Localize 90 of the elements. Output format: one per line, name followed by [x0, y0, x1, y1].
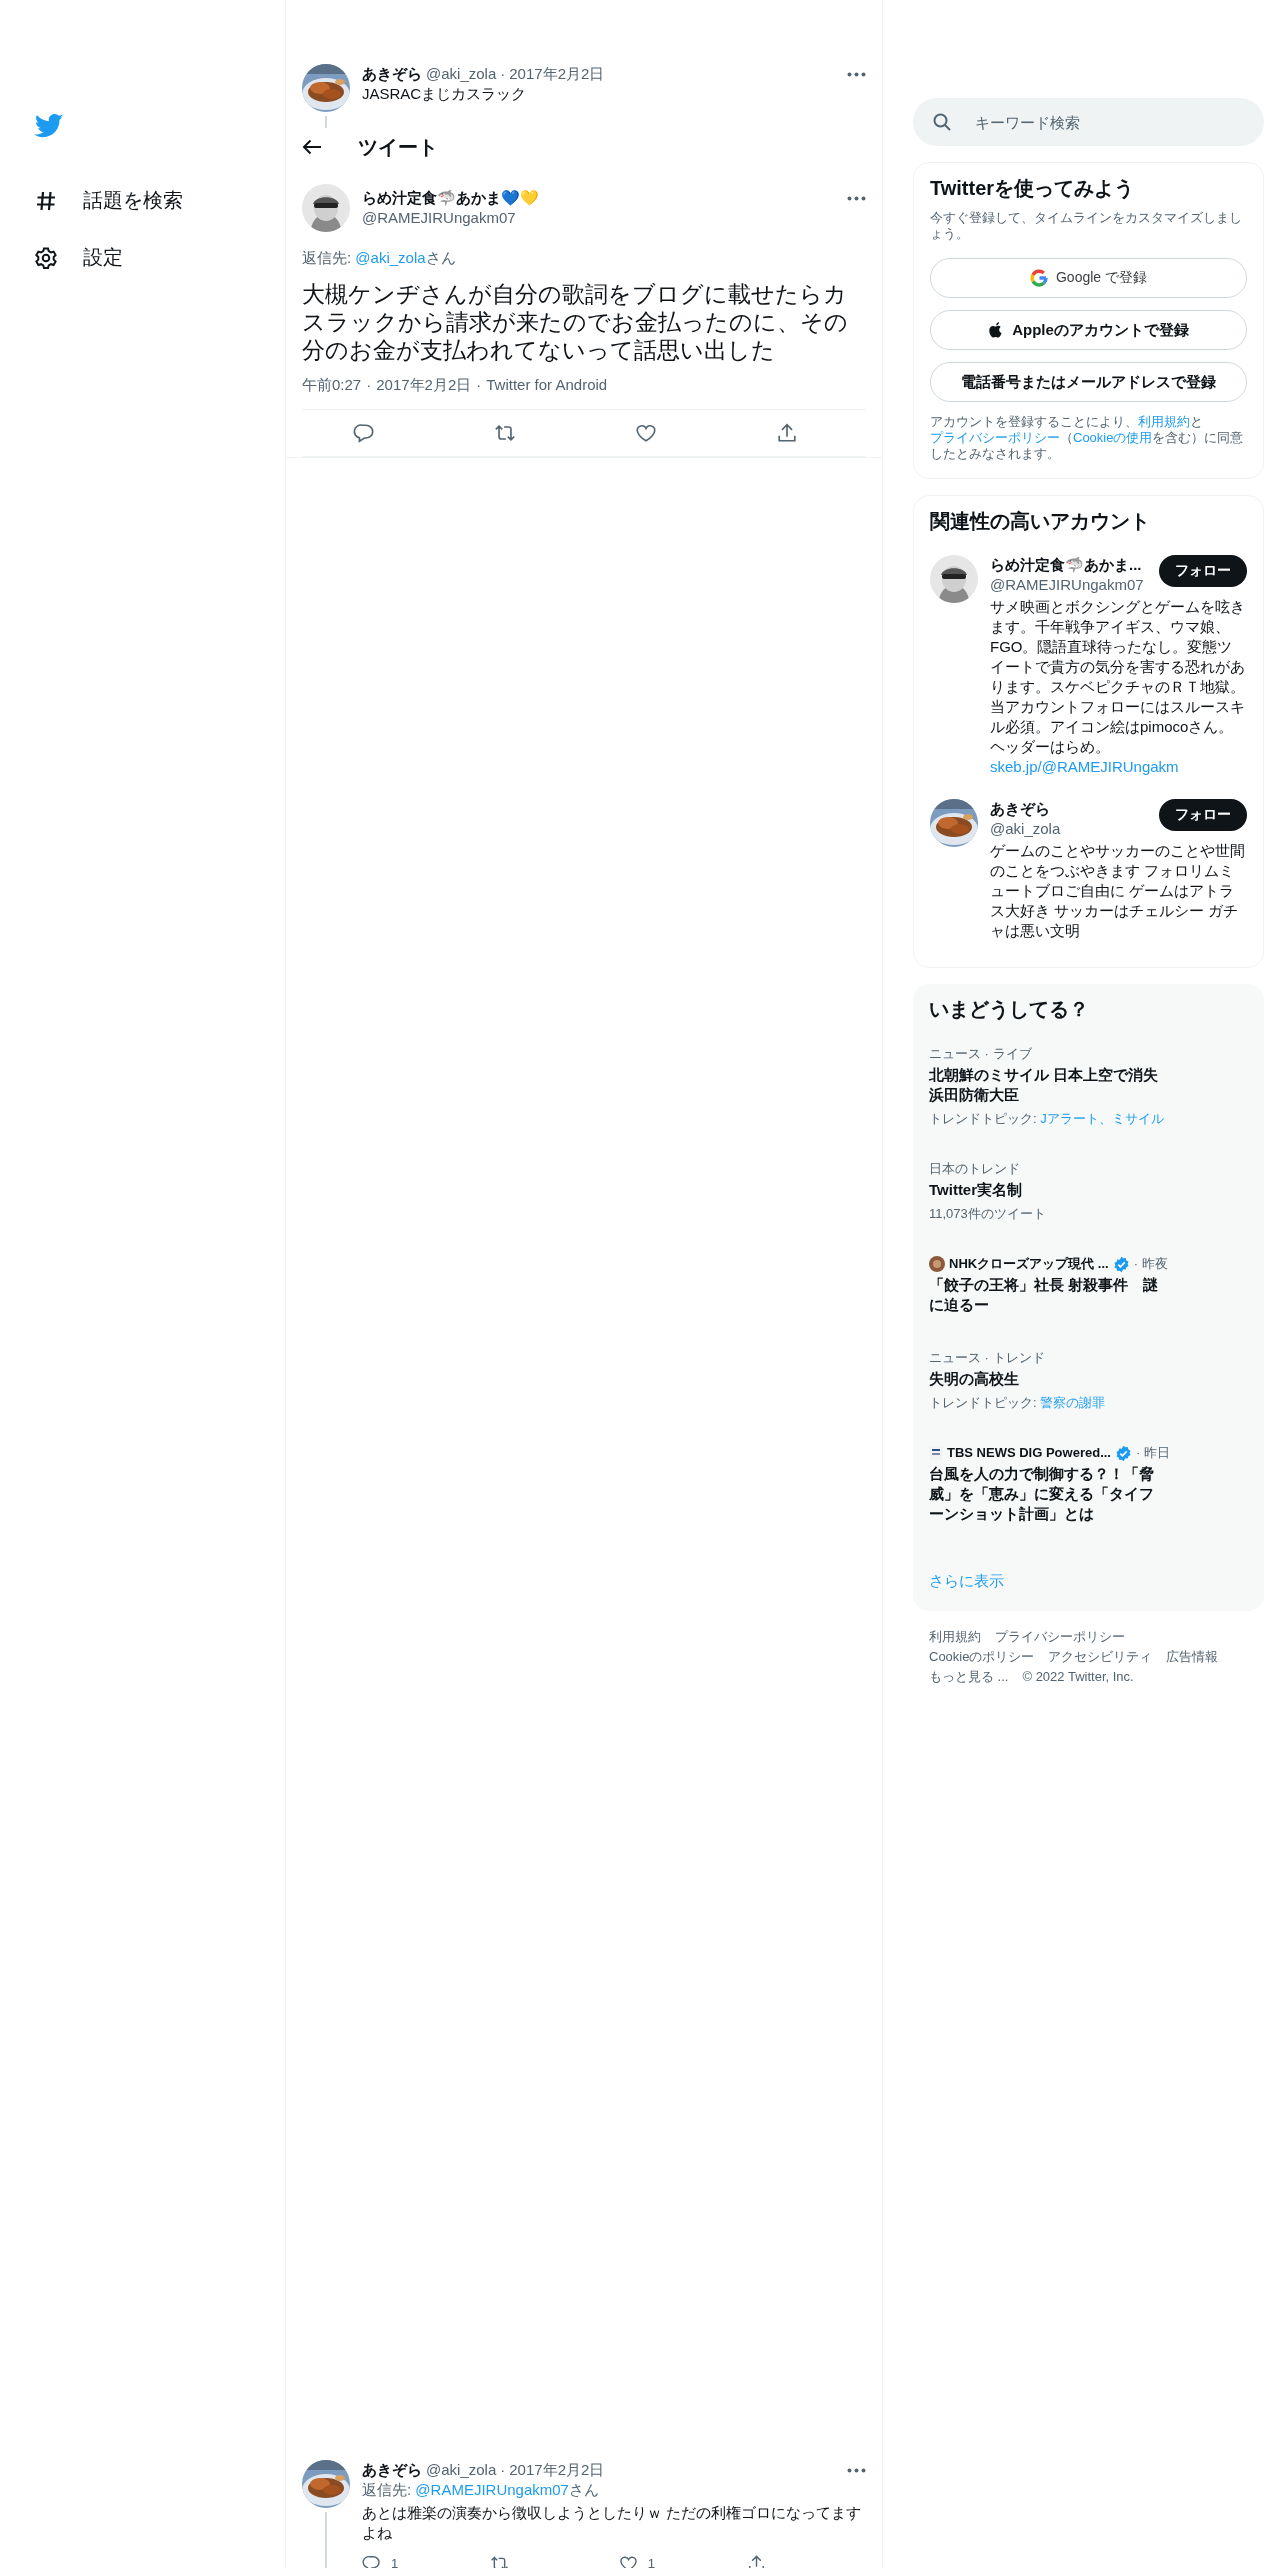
- tweet-time[interactable]: 午前0:27: [302, 376, 362, 395]
- tweet-text: JASRACまじカスラック: [362, 84, 528, 104]
- page-title: ツイート: [358, 134, 438, 160]
- footer-link[interactable]: 利用規約: [929, 1627, 981, 1647]
- separator: ·: [500, 64, 506, 84]
- news-source: TBS NEWS DIG Powered...: [947, 1444, 1111, 1462]
- news-title: 「餃子の王将」社長 射殺事件 謎に迫るー: [929, 1275, 1160, 1315]
- user-handle: @aki_zola: [426, 2460, 497, 2480]
- footer-link[interactable]: アクセシビリティ: [1048, 1647, 1153, 1667]
- trend-item[interactable]: ニュース · ライブ 北朝鮮のミサイル 日本上空で消失浜田防衛大臣 トレンドトピック: Jアラート、ミサイル: [913, 1045, 1264, 1126]
- heart-icon[interactable]: [634, 422, 657, 444]
- user-name: あきぞら: [362, 64, 422, 84]
- count: 1: [647, 2555, 655, 2568]
- settings-icon: [34, 245, 58, 270]
- footer-link[interactable]: Cookieのポリシー: [929, 1647, 1035, 1667]
- separator: ·: [366, 376, 372, 395]
- tweet-count: 11,073件のツイート: [929, 1206, 1047, 1221]
- tweet-text: 大槻ケンヂさんが自分の歌詞をブログに載せたらカスラックから請求が来たのでお金払ったのに、その分のお金が支払われてないって話思い出した: [301, 280, 849, 364]
- tweet-source[interactable]: Twitter for Android: [486, 376, 608, 395]
- news-item[interactable]: TBS NEWS DIG Powered... · 昨日 台風を人の力で制御する？！「脅威」を「恵み」に変える「タイフーンショット計画」とは: [913, 1444, 1264, 1524]
- search-field[interactable]: キーワード検索: [973, 112, 1244, 132]
- footer-link[interactable]: プライバシーポリシー: [995, 1627, 1125, 1647]
- user-name: あきぞら: [362, 2460, 422, 2480]
- separator: ·: [500, 2460, 506, 2480]
- news-source: NHKクローズアップ現代 ...: [949, 1255, 1109, 1273]
- trend-topics: トレンドトピック: 警察の謝罪: [929, 1395, 1107, 1410]
- tweet-text: あとは雅楽の演奏から徴収しようとしたりｗ ただの利権ゴロになってますよね: [362, 2503, 863, 2543]
- account-handle: @aki_zola: [990, 819, 1062, 839]
- follow-button[interactable]: フォロー: [1159, 555, 1247, 587]
- trend-title: 北朝鮮のミサイル 日本上空で消失浜田防衛大臣: [929, 1065, 1160, 1105]
- account-name[interactable]: あきぞら: [990, 799, 1151, 819]
- reply-to-text: 返信先: @aki_zolaさん: [302, 248, 457, 268]
- card-title: Twitterを使ってみよう: [930, 176, 1136, 201]
- more-icon[interactable]: [847, 2467, 866, 2473]
- reply-to-text: 返信先: @RAMEJIRUngakm07さん: [362, 2480, 600, 2500]
- search-box[interactable]: キーワード検索: [913, 98, 1264, 146]
- retweet-icon[interactable]: [493, 422, 516, 444]
- verified-badge-icon: [1114, 1444, 1132, 1462]
- search-icon: [933, 113, 951, 131]
- user-handle: @aki_zola: [426, 64, 497, 84]
- more-icon[interactable]: [847, 71, 866, 77]
- tweet-date: 2017年2月2日: [509, 64, 605, 84]
- copyright: © 2022 Twitter, Inc.: [1022, 1668, 1134, 1686]
- trend-topics: トレンドトピック: Jアラート、ミサイル: [929, 1111, 1165, 1126]
- more-icon[interactable]: [847, 195, 866, 201]
- google-icon: [1029, 269, 1048, 287]
- back-arrow-icon[interactable]: [302, 139, 322, 155]
- separator: ·: [1133, 1255, 1138, 1273]
- tweet-date[interactable]: 2017年2月2日: [376, 376, 472, 395]
- sign-up-button[interactable]: 電話番号またはメールアドレスで登録: [930, 362, 1247, 402]
- legal-text: アカウントを登録することにより、利用規約 と プライバシーポリシー（Cookieの使用を含む）に同意したとみなされます。: [930, 414, 1245, 462]
- card-title: いまどうしてる？: [929, 997, 1090, 1022]
- nav-item[interactable]: 話題を検索: [34, 172, 285, 229]
- trend-context: ニュース · トレンド: [929, 1349, 1046, 1367]
- verified-badge-icon: [1112, 1255, 1130, 1273]
- trend-context: 日本のトレンド: [929, 1160, 1021, 1178]
- separator: ·: [476, 376, 482, 395]
- card-title: 関連性の高いアカウント: [930, 509, 1151, 534]
- news-item[interactable]: NHKクローズアップ現代 ... · 昨夜 「餃子の王将」社長 射殺事件 謎に迫るー: [913, 1255, 1264, 1315]
- tweet-date: 2017年2月2日: [509, 2460, 605, 2480]
- comment-icon[interactable]: [362, 2553, 381, 2568]
- news-title: 台風を人の力で制御する？！「脅威」を「恵み」に変える「タイフーンショット計画」とは: [929, 1464, 1155, 1524]
- nav-item[interactable]: 設定: [34, 229, 285, 286]
- account-bio: ゲームのことやサッカーのことや世間のことをつぶやきます フォロリムミュートブロご自由に ゲームはアトラス大好き サッカーはチェルシー ガチャは悪い文明: [990, 841, 1246, 941]
- card-description: 今すぐ登録して、タイムラインをカスタマイズしましょう。: [930, 210, 1243, 242]
- channel-logo-icon: [929, 1256, 945, 1272]
- sign-up-button[interactable]: Google で登録: [930, 258, 1247, 298]
- trend-title: Twitter実名制: [929, 1180, 1024, 1200]
- share-icon[interactable]: [775, 422, 798, 444]
- trend-item[interactable]: ニュース · トレンド 失明の高校生 トレンドトピック: 警察の謝罪: [913, 1349, 1264, 1410]
- user-handle: @RAMEJIRUngakm07: [362, 208, 517, 228]
- account-handle: @RAMEJIRUngakm07: [990, 575, 1145, 595]
- account-name[interactable]: らめ汁定食🦈あかま...: [990, 555, 1151, 575]
- channel-logo-icon: [929, 1446, 943, 1460]
- count: 1: [391, 2555, 399, 2568]
- account-bio: サメ映画とボクシングとゲームを呟きます。千年戦争アイギス、ウマ娘、FGO。隠語直球待ったなし。変態ツイートで貴方の気分を害する恐れがあります。スケベピクチャのＲＴ地獄。当アカウントフォローにはスルースキル必須。アイコン絵はpimocoさん。ヘッダーはらめ。 skeb.jp/@RAMEJIRUngakm: [990, 597, 1246, 777]
- trend-item[interactable]: 日本のトレンド Twitter実名制 11,073件のツイート: [913, 1160, 1264, 1221]
- news-time: 昨日: [1144, 1444, 1171, 1462]
- share-icon[interactable]: [747, 2553, 766, 2568]
- comment-icon[interactable]: [352, 422, 375, 444]
- trend-context: ニュース · ライブ: [929, 1045, 1033, 1063]
- trend-title: 失明の高校生: [929, 1369, 1020, 1389]
- user-name: らめ汁定食🦈あかま💙💛: [362, 188, 539, 208]
- footer-link[interactable]: 広告情報: [1166, 1647, 1219, 1667]
- footer-link[interactable]: もっと見る ...: [929, 1667, 1009, 1687]
- sign-up-button[interactable]: Appleのアカウントで登録: [930, 310, 1247, 350]
- follow-button[interactable]: フォロー: [1159, 799, 1247, 831]
- bird-icon[interactable]: [34, 112, 64, 138]
- separator: ·: [1135, 1444, 1141, 1462]
- news-time: 昨夜: [1141, 1255, 1168, 1273]
